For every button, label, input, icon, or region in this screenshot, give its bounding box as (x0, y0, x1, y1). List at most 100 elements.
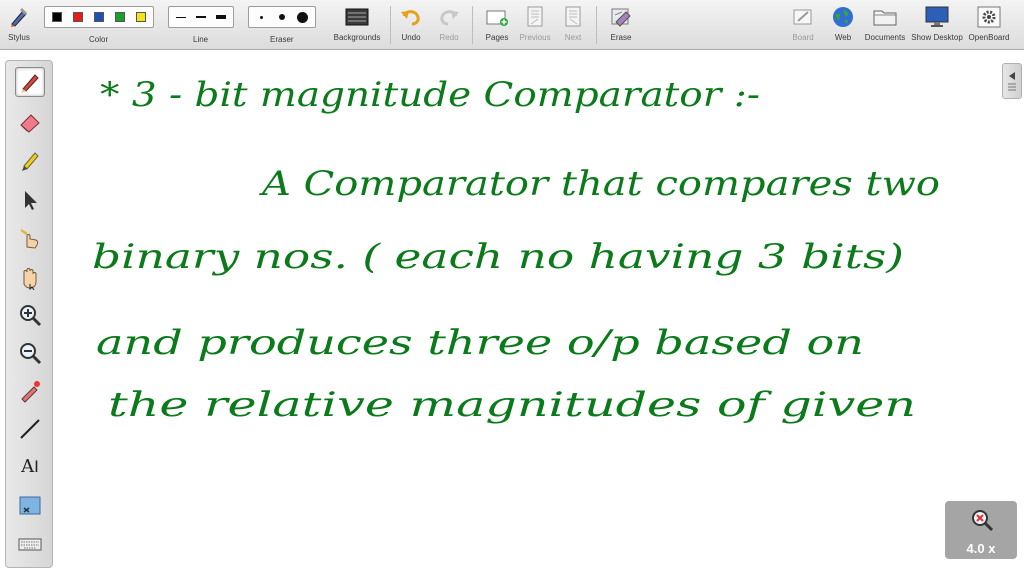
color-label: Color (89, 35, 109, 44)
documents-label: Documents (864, 33, 906, 42)
board-line-2: A Comparator that compares two (258, 164, 940, 204)
color-swatch-red[interactable] (73, 12, 84, 22)
erase-board-icon (609, 6, 633, 28)
marker-tool[interactable] (15, 146, 45, 176)
stylus-button[interactable]: Stylus (4, 0, 34, 50)
zoom-out-tool[interactable] (15, 338, 45, 368)
undo-icon (399, 6, 423, 28)
undo-label: Undo (401, 33, 421, 42)
main-toolbar: Stylus Color Line Eraser Backgrounds Und… (0, 0, 1024, 50)
board-line-1: * 3 - bit magnitude Comparator :- (100, 75, 760, 115)
next-button[interactable]: Next (558, 0, 588, 50)
board-icon (791, 6, 815, 28)
board-line-3: binary nos. ( each no having 3 bits) (92, 237, 904, 277)
backgrounds-label: Backgrounds (333, 33, 381, 42)
pages-label: Pages (485, 33, 509, 42)
stylus-label: Stylus (8, 33, 30, 42)
board-line-5: the relative magnitudes of given (108, 385, 916, 425)
zoom-out-icon (20, 343, 42, 365)
undo-button[interactable]: Undo (396, 0, 426, 50)
page-panel-toggle[interactable] (1002, 63, 1022, 99)
previous-page-icon (523, 6, 547, 28)
zoom-in-icon (20, 305, 42, 327)
previous-label: Previous (519, 33, 551, 42)
backgrounds-button[interactable]: Backgrounds (330, 0, 384, 50)
text-icon-glyph: A (21, 455, 35, 477)
text-tool[interactable]: AI (15, 451, 45, 481)
color-palette (44, 6, 154, 28)
selector-tool[interactable] (15, 185, 45, 215)
color-swatch-blue[interactable] (93, 12, 104, 22)
line-width-group (168, 6, 234, 28)
color-swatch-green[interactable] (114, 12, 125, 22)
openboard-button[interactable]: OpenBoard (966, 0, 1012, 50)
settings-gear-icon (977, 6, 1001, 28)
eraser-label: Eraser (270, 35, 294, 44)
openboard-label: OpenBoard (968, 33, 1010, 42)
laser-pointer-icon (21, 381, 40, 403)
line-tool[interactable] (15, 414, 45, 444)
laser-pointer-tool[interactable] (15, 376, 45, 406)
show-desktop-button[interactable]: Show Desktop (910, 0, 964, 50)
pages-button[interactable]: Pages (482, 0, 512, 50)
toolbar-separator (390, 6, 391, 44)
previous-button[interactable]: Previous (518, 0, 552, 50)
stylus-icon (7, 6, 31, 28)
next-label: Next (564, 33, 582, 42)
hand-icon (23, 268, 37, 290)
color-swatch-black[interactable] (52, 12, 63, 22)
web-label: Web (834, 33, 852, 42)
whiteboard-canvas[interactable]: * 3 - bit magnitude Comparator :- A Comp… (0, 0, 1024, 576)
marker-icon (22, 152, 39, 171)
erase-button[interactable]: Erase (606, 0, 636, 50)
line-label: Line (193, 35, 209, 44)
line-medium-option[interactable] (194, 9, 208, 25)
virtual-keyboard-tool[interactable] (15, 529, 45, 559)
folder-icon (873, 6, 897, 28)
zoom-reset-icon (972, 510, 994, 532)
zoom-indicator[interactable]: 4.0 x (945, 501, 1017, 559)
pen-icon (21, 74, 39, 93)
monitor-icon (925, 6, 949, 28)
capture-tool[interactable] (15, 491, 45, 521)
capture-icon (19, 496, 41, 515)
line-thick-option[interactable] (214, 9, 228, 25)
interact-tool[interactable] (15, 223, 45, 253)
text-icon: AI (21, 455, 39, 477)
collapse-arrow-icon (1008, 72, 1016, 91)
eraser-icon (20, 114, 40, 133)
eraser-medium-option[interactable] (274, 9, 290, 25)
eraser-small-option[interactable] (253, 9, 269, 25)
next-page-icon (561, 6, 585, 28)
keyboard-icon (18, 538, 42, 551)
pen-tool[interactable] (15, 67, 45, 97)
board-label: Board (792, 33, 814, 42)
toolbar-separator (472, 6, 473, 44)
eraser-size-group (248, 6, 316, 28)
eraser-tool[interactable] (15, 107, 45, 137)
openboard-window: Stylus Color Line Eraser Backgrounds Und… (0, 0, 1024, 576)
redo-label: Redo (439, 33, 459, 42)
redo-button[interactable]: Redo (434, 0, 464, 50)
eraser-large-option[interactable] (295, 9, 311, 25)
zoom-in-tool[interactable] (15, 300, 45, 330)
toolbar-separator (596, 6, 597, 44)
line-icon (20, 419, 40, 439)
board-button[interactable]: Board (788, 0, 818, 50)
tool-dock: AI (5, 60, 53, 568)
show-desktop-label: Show Desktop (911, 33, 963, 42)
zoom-level-text: 4.0 x (966, 541, 996, 556)
redo-icon (437, 6, 461, 28)
color-swatch-yellow[interactable] (135, 12, 146, 22)
erase-label: Erase (610, 33, 632, 42)
globe-icon (831, 6, 855, 28)
board-line-4: and produces three o/p based on (96, 323, 864, 363)
add-page-icon (485, 6, 509, 28)
line-thin-option[interactable] (174, 9, 188, 25)
hand-tool[interactable] (15, 263, 45, 293)
documents-button[interactable]: Documents (862, 0, 908, 50)
backgrounds-icon (345, 6, 369, 28)
web-button[interactable]: Web (828, 0, 858, 50)
interact-icon (20, 229, 39, 249)
selector-icon (25, 191, 37, 210)
